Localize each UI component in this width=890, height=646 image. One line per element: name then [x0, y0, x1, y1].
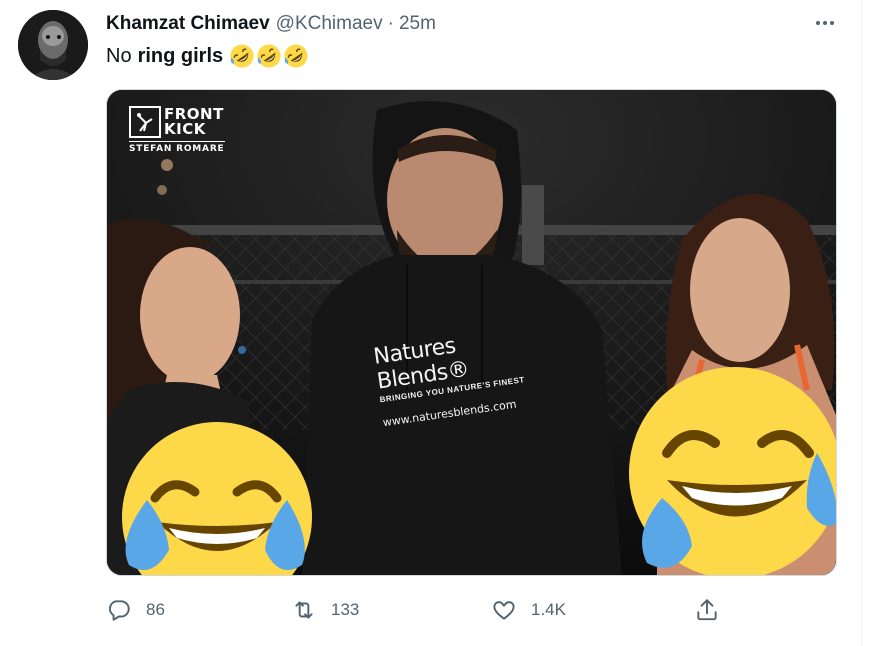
separator-dot: · — [387, 13, 394, 34]
tears-of-joy-emoji-icon — [122, 422, 312, 575]
rofl-emoji-icon — [257, 44, 281, 68]
reply-button[interactable]: 86 — [106, 596, 165, 624]
retweet-icon — [295, 601, 313, 619]
like-button[interactable]: 1.4K — [491, 596, 566, 624]
like-count: 1.4K — [531, 600, 566, 619]
reply-icon — [109, 600, 130, 621]
watermark-line2: KICK — [164, 120, 206, 138]
tweet-text-bold: ring girls — [137, 45, 224, 67]
rofl-emoji-icon — [284, 44, 308, 68]
timestamp[interactable]: 25m — [399, 13, 436, 35]
retweet-count: 133 — [331, 600, 360, 619]
tweet-text: No ring girls — [106, 43, 310, 69]
display-name[interactable]: Khamzat Chimaev — [106, 13, 270, 35]
watermark-photographer: STEFAN ROMARE — [129, 141, 225, 154]
rofl-emoji-group — [229, 43, 310, 69]
share-icon — [697, 599, 717, 621]
kick-logo-icon — [129, 106, 161, 138]
reply-count: 86 — [146, 600, 165, 619]
avatar[interactable] — [18, 10, 88, 80]
tears-of-joy-emoji-icon — [629, 367, 836, 575]
user-handle[interactable]: @KChimaev — [276, 13, 383, 35]
share-button[interactable] — [694, 596, 720, 624]
tweet-photo[interactable]: FRONT KICK STEFAN ROMARE Natures Blends®… — [106, 89, 837, 576]
more-options-button[interactable] — [812, 12, 838, 34]
tweet-text-plain: No — [106, 45, 132, 67]
heart-icon — [493, 601, 515, 620]
tweet-header: Khamzat Chimaev @KChimaev · 25m — [106, 12, 436, 36]
tweet-actions: 86 133 1.4K — [106, 596, 726, 624]
retweet-button[interactable]: 133 — [291, 596, 359, 624]
tweet[interactable]: Khamzat Chimaev @KChimaev · 25m No ring … — [0, 0, 862, 646]
photo-watermark: FRONT KICK STEFAN ROMARE — [129, 106, 225, 154]
rofl-emoji-icon — [230, 44, 254, 68]
more-dot-icon — [816, 21, 820, 25]
